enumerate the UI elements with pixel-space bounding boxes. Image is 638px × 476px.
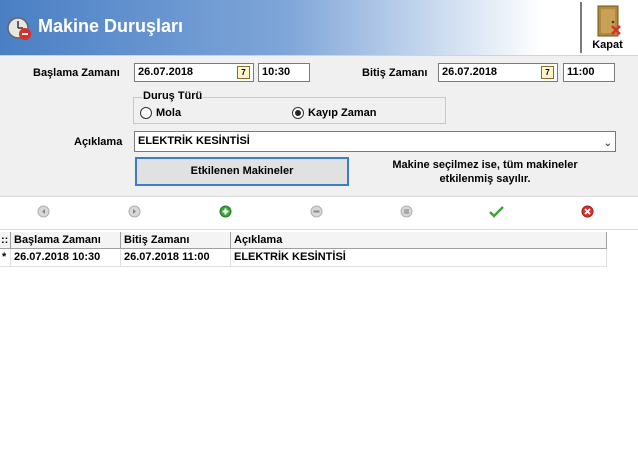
description-label: Açıklama	[74, 136, 123, 148]
radio-break-label: Mola	[156, 107, 182, 119]
start-time-field[interactable]: 10:30	[258, 63, 310, 82]
stop-type-group: Duruş Türü Mola Kayıp Zaman	[133, 90, 446, 124]
records-grid: :: Başlama Zamanı Bitiş Zamanı Açıklama …	[0, 229, 638, 476]
machine-note-line2: etkilenmiş sayılır.	[439, 173, 531, 185]
row-marker: *	[0, 249, 11, 267]
close-button[interactable]: Kapat	[580, 2, 633, 53]
end-time-label: Bitiş Zamanı	[362, 67, 428, 79]
remove-icon[interactable]	[310, 205, 323, 218]
cancel-icon[interactable]	[581, 205, 594, 218]
calendar-icon[interactable]: 7	[541, 66, 554, 79]
grid-corner: ::	[0, 232, 11, 249]
description-value: ELEKTRİK KESİNTİSİ	[138, 135, 250, 147]
exit-door-icon	[597, 5, 621, 37]
form-panel: Başlama Zamanı 26.07.2018 7 10:30 Bitiş …	[0, 56, 638, 196]
machine-note: Makine seçilmez ise, tüm makineler etkil…	[370, 158, 600, 186]
end-time-field[interactable]: 11:00	[563, 63, 615, 82]
start-date-value: 26.07.2018	[138, 66, 194, 78]
window-header: Makine Duruşları Kapat	[0, 0, 638, 56]
column-header-description[interactable]: Açıklama	[231, 232, 607, 249]
radio-lost-time-label: Kayıp Zaman	[308, 107, 377, 119]
radio-lost-time[interactable]	[292, 107, 304, 119]
add-icon[interactable]	[219, 205, 232, 218]
stop-type-legend: Duruş Türü	[142, 90, 204, 102]
start-time-value: 10:30	[262, 66, 291, 78]
table-cell-end[interactable]: 26.07.2018 11:00	[121, 249, 231, 267]
app-logo-icon	[7, 17, 31, 40]
end-date-field[interactable]: 26.07.2018 7	[438, 63, 558, 82]
confirm-icon[interactable]	[489, 205, 504, 218]
start-time-label: Başlama Zamanı	[33, 67, 120, 79]
window-title: Makine Duruşları	[38, 16, 184, 36]
close-button-label: Kapat	[592, 39, 623, 51]
previous-icon[interactable]	[128, 205, 141, 218]
table-cell-start[interactable]: 26.07.2018 10:30	[11, 249, 121, 267]
table-cell-description[interactable]: ELEKTRİK KESİNTİSİ	[231, 249, 607, 267]
start-date-field[interactable]: 26.07.2018 7	[134, 63, 254, 82]
navigator-toolbar	[0, 196, 638, 226]
affected-machines-button[interactable]: Etkilenen Makineler	[135, 157, 349, 186]
column-header-start[interactable]: Başlama Zamanı	[11, 232, 121, 249]
next-icon[interactable]	[400, 205, 413, 218]
end-date-value: 26.07.2018	[442, 66, 498, 78]
first-icon[interactable]	[37, 205, 50, 218]
machine-note-line1: Makine seçilmez ise, tüm makineler	[392, 159, 578, 171]
description-select[interactable]: ELEKTRİK KESİNTİSİ ⌄	[134, 131, 616, 152]
calendar-icon[interactable]: 7	[237, 66, 250, 79]
chevron-down-icon[interactable]: ⌄	[604, 136, 612, 151]
radio-break[interactable]	[140, 107, 152, 119]
end-time-value: 11:00	[567, 66, 595, 78]
column-header-end[interactable]: Bitiş Zamanı	[121, 232, 231, 249]
